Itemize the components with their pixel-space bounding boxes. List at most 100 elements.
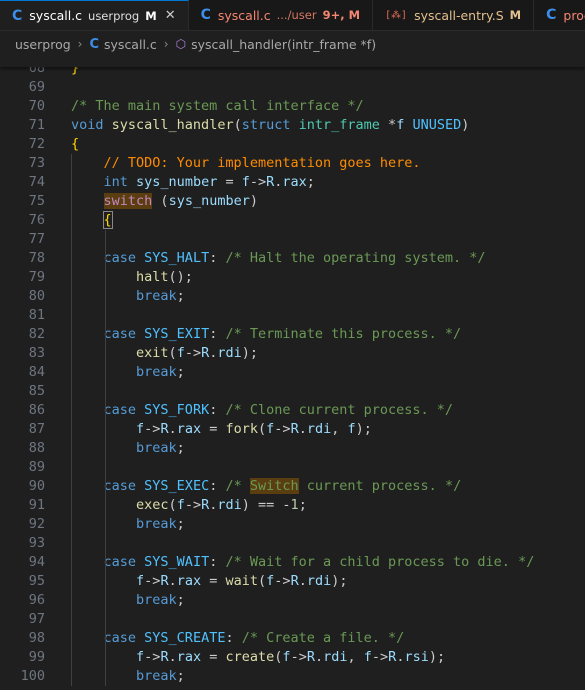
code-line[interactable]: 79 halt(); [0, 268, 585, 287]
line-number: 98 [28, 630, 45, 646]
code-line[interactable]: 86 case SYS_FORK: /* Clone current proce… [0, 401, 585, 420]
line-number: 91 [28, 497, 45, 513]
chevron-right-icon: › [163, 37, 169, 51]
tab-filename: syscall.c [217, 7, 271, 23]
tab-filename: syscall-entry.S [414, 7, 504, 23]
editor-tab[interactable]: [⁂] syscall-entry.S M [373, 0, 535, 30]
line-number: 71 [28, 117, 45, 133]
code-line[interactable]: 78 case SYS_HALT: /* Halt the operating … [0, 249, 585, 268]
code-text: case SYS_CREATE: /* Create a file. */ [103, 630, 405, 646]
tab-filename: proces [563, 7, 585, 23]
line-number: 74 [28, 174, 45, 190]
code-line[interactable]: 73 // TODO: Your implementation goes her… [0, 154, 585, 173]
code-text: case SYS_HALT: /* Halt the operating sys… [103, 250, 486, 266]
code-text: exec(f->R.rdi) == -1; [136, 497, 307, 513]
breadcrumb-symbol[interactable]: syscall_handler(intr_frame *f) [191, 37, 376, 52]
line-number: 76 [28, 212, 45, 228]
editor-tab[interactable]: Csyscall.c .../user 9+, M [189, 0, 374, 30]
code-line[interactable]: 85 [0, 382, 585, 401]
code-line[interactable]: 84 break; [0, 363, 585, 382]
code-text: break; [136, 440, 185, 456]
tab-modified-badge: M [145, 8, 157, 23]
code-text: case SYS_EXIT: /* Terminate this process… [103, 326, 462, 342]
chevron-right-icon: › [77, 37, 83, 51]
line-number: 85 [28, 383, 45, 399]
close-icon[interactable]: ✕ [165, 8, 176, 23]
code-text: f->R.rax = fork(f->R.rdi, f); [136, 421, 372, 437]
code-line[interactable]: 100 break; [0, 667, 585, 686]
code-line[interactable]: 89 [0, 458, 585, 477]
breadcrumb-folder[interactable]: userprog [15, 37, 71, 52]
code-line[interactable]: 69 [0, 78, 585, 97]
line-number: 96 [28, 592, 45, 608]
line-number: 97 [28, 611, 45, 627]
code-line[interactable]: 95 f->R.rax = wait(f->R.rdi); [0, 572, 585, 591]
code-line[interactable]: 74 int sys_number = f->R.rax; [0, 173, 585, 192]
code-line[interactable]: 70 /* The main system call interface */ [0, 97, 585, 116]
code-line[interactable]: 88 break; [0, 439, 585, 458]
line-number: 86 [28, 402, 45, 418]
line-number: 81 [28, 307, 45, 323]
indent-guide [71, 154, 72, 686]
code-line[interactable]: 96 break; [0, 591, 585, 610]
code-line[interactable]: 97 [0, 610, 585, 629]
code-line[interactable]: 82 case SYS_EXIT: /* Terminate this proc… [0, 325, 585, 344]
code-line[interactable]: 77 [0, 230, 585, 249]
code-line[interactable]: 98 case SYS_CREATE: /* Create a file. */ [0, 629, 585, 648]
code-text: // TODO: Your implementation goes here. [103, 155, 421, 171]
code-line[interactable]: 92 break; [0, 515, 585, 534]
code-text: f->R.rax = wait(f->R.rdi); [136, 573, 348, 589]
code-line[interactable]: 81 [0, 306, 585, 325]
editor-tab[interactable]: Csyscall.c userprog M ✕ [0, 0, 189, 30]
line-number: 94 [28, 554, 45, 570]
line-number: 89 [28, 459, 45, 475]
line-number: 87 [28, 421, 45, 437]
line-number: 88 [28, 440, 45, 456]
tab-modified-badge: M [509, 8, 522, 22]
code-line[interactable]: 90 case SYS_EXEC: /* Switch current proc… [0, 477, 585, 496]
code-line[interactable]: 87 f->R.rax = fork(f->R.rdi, f); [0, 420, 585, 439]
code-text: { [102, 211, 113, 229]
line-number: 84 [28, 364, 45, 380]
code-editor[interactable]: 68} 69 70/* The main system call interface… [0, 57, 585, 690]
code-text: exit(f->R.rdi); [136, 345, 259, 361]
code-text: f->R.rax = create(f->R.rdi, f->R.rsi); [136, 649, 446, 665]
line-number: 92 [28, 516, 45, 532]
code-text: case SYS_EXEC: /* Switch current process… [103, 478, 462, 494]
sticky-scroll-overlay [0, 57, 585, 67]
code-text: case SYS_FORK: /* Clone current process.… [103, 402, 454, 418]
line-number: 73 [28, 155, 45, 171]
indent-guide [105, 230, 106, 686]
line-number: 72 [28, 136, 45, 152]
code-text: break; [136, 288, 185, 304]
c-file-icon: C [546, 7, 557, 23]
code-line[interactable]: 99 f->R.rax = create(f->R.rdi, f->R.rsi)… [0, 648, 585, 667]
line-number: 93 [28, 535, 45, 551]
line-number: 80 [28, 288, 45, 304]
line-number: 79 [28, 269, 45, 285]
line-number: 75 [28, 193, 45, 209]
asm-file-icon: [⁂] [385, 9, 408, 21]
code-line[interactable]: 93 [0, 534, 585, 553]
code-text: break; [136, 364, 185, 380]
code-line[interactable]: 80 break; [0, 287, 585, 306]
code-line[interactable]: 75 switch (sys_number) [0, 192, 585, 211]
code-text: /* The main system call interface */ [71, 98, 364, 114]
breadcrumb-file[interactable]: syscall.c [104, 37, 157, 52]
code-line[interactable]: 91 exec(f->R.rdi) == -1; [0, 496, 585, 515]
code-line[interactable]: 71 void syscall_handler(struct intr_frame… [0, 116, 585, 135]
line-number: 90 [28, 478, 45, 494]
code-text: break; [136, 592, 185, 608]
line-number: 100 [20, 668, 45, 684]
tab-description: userprog [88, 8, 140, 23]
line-number: 82 [28, 326, 45, 342]
editor-tab[interactable]: Cproces [534, 0, 585, 30]
code-text: void syscall_handler(struct intr_frame *… [71, 117, 470, 133]
code-text: break; [136, 668, 185, 684]
c-file-icon: C [200, 7, 211, 23]
code-text: break; [136, 516, 185, 532]
code-line[interactable]: 94 case SYS_WAIT: /* Wait for a child pr… [0, 553, 585, 572]
code-line[interactable]: 76 { [0, 211, 585, 230]
code-line[interactable]: 72 { [0, 135, 585, 154]
code-line[interactable]: 83 exit(f->R.rdi); [0, 344, 585, 363]
